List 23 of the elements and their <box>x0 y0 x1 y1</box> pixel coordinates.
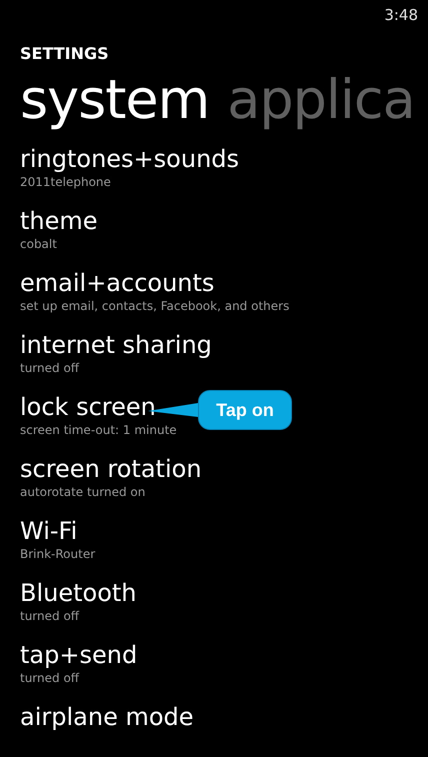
app-title: SETTINGS <box>20 44 110 64</box>
setting-title[interactable]: screen rotation <box>20 454 202 484</box>
callout-bubble: Tap on <box>198 390 292 430</box>
setting-subtitle: set up email, contacts, Facebook, and others <box>20 298 290 314</box>
setting-subtitle: turned off <box>20 670 80 686</box>
setting-subtitle: 2011telephone <box>20 174 111 190</box>
setting-subtitle: Brink-Router <box>20 546 96 562</box>
clock-time: 3:48 <box>384 5 418 26</box>
setting-subtitle: cobalt <box>20 236 57 252</box>
setting-title[interactable]: theme <box>20 206 98 236</box>
setting-subtitle: turned off <box>20 608 80 624</box>
setting-title[interactable]: Wi-Fi <box>20 516 78 546</box>
setting-title[interactable]: Bluetooth <box>20 578 137 608</box>
setting-title[interactable]: tap+send <box>20 640 138 670</box>
setting-title[interactable]: internet sharing <box>20 330 212 360</box>
setting-title[interactable]: airplane mode <box>20 702 194 732</box>
pivot-header[interactable]: system <box>20 66 210 134</box>
setting-subtitle: screen time-out: 1 minute <box>20 422 177 438</box>
setting-subtitle: turned off <box>20 360 80 376</box>
setting-title[interactable]: lock screen <box>20 392 156 422</box>
setting-title[interactable]: ringtones+sounds <box>20 144 240 174</box>
setting-title[interactable]: email+accounts <box>20 268 214 298</box>
setting-subtitle: autorotate turned on <box>20 484 146 500</box>
